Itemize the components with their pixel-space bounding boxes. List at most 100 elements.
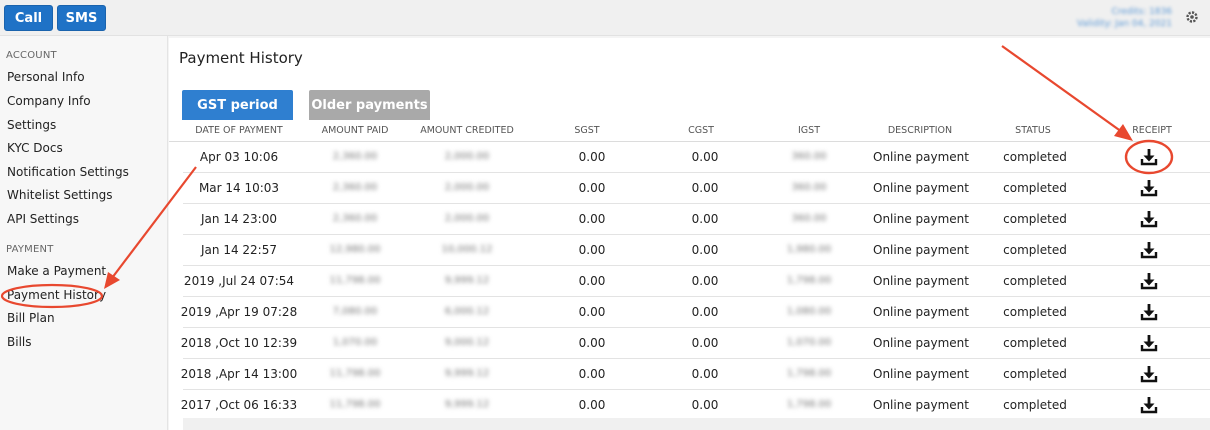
sms-button[interactable]: SMS [57, 5, 106, 31]
cell-description: Online payment [873, 274, 969, 288]
tab-older-payments[interactable]: Older payments [309, 90, 430, 120]
sidebar-item-api-settings[interactable]: API Settings [7, 210, 79, 228]
cell-date: 2018 ,Apr 14 13:00 [180, 367, 298, 381]
table-row: Apr 03 10:06 2,360.00 2,000.00 0.00 0.00 360.… [183, 142, 1210, 173]
payment-heading: PAYMENT [6, 244, 54, 255]
cell-date: Mar 14 10:03 [198, 181, 280, 195]
page-title: Payment History [179, 49, 303, 67]
cell-igst: 360.00 [791, 182, 827, 193]
download-icon[interactable] [1139, 240, 1159, 260]
sidebar-item-bill-plan[interactable]: Bill Plan [7, 309, 55, 327]
column-header-igst: IGST [798, 125, 820, 136]
table-row: 2019 ,Apr 19 07:28 7,080.00 6,000.12 0.00 0.… [180, 297, 1210, 328]
cell-igst: 360.00 [791, 151, 827, 162]
cell-date: Apr 03 10:06 [199, 150, 279, 164]
cell-amount-paid: 11,798.00 [329, 368, 381, 379]
cell-igst: 360.00 [791, 213, 827, 224]
tab-gst-period[interactable]: GST period [182, 90, 293, 120]
cell-status: completed [1003, 243, 1067, 257]
column-header-sgst: SGST [574, 125, 600, 136]
column-header-cgst: CGST [688, 125, 714, 136]
table-row: 2018 ,Apr 14 13:00 11,798.00 9,999.12 0.00 0… [180, 359, 1210, 390]
cell-amount-paid: 11,798.00 [329, 399, 381, 410]
cell-igst: 1,798.00 [786, 275, 832, 286]
table-header: DATE OF PAYMENT AMOUNT PAID AMOUNT CREDI… [169, 122, 1210, 142]
cell-igst: 1,798.00 [786, 368, 832, 379]
sidebar-item-personal-info[interactable]: Personal Info [7, 68, 85, 86]
cell-cgst: 0.00 [691, 212, 719, 226]
cell-amount-paid: 11,798.00 [329, 275, 381, 286]
cell-description: Online payment [873, 367, 969, 381]
cell-igst: 1,980.00 [786, 244, 832, 255]
account-heading: ACCOUNT [6, 50, 57, 61]
sidebar-item-company-info[interactable]: Company Info [7, 92, 91, 110]
cell-cgst: 0.00 [691, 274, 719, 288]
column-header-description: DESCRIPTION [887, 125, 953, 136]
cell-amount-paid: 1,070.00 [332, 337, 378, 348]
sidebar-item-bills[interactable]: Bills [7, 333, 32, 351]
cell-description: Online payment [873, 181, 969, 195]
sidebar-item-make-a-payment[interactable]: Make a Payment [7, 262, 106, 280]
cell-sgst: 0.00 [578, 305, 606, 319]
cell-sgst: 0.00 [578, 212, 606, 226]
cell-date: 2019 ,Jul 24 07:54 [183, 274, 295, 288]
sidebar-item-settings[interactable]: Settings [7, 116, 56, 134]
download-icon[interactable] [1139, 147, 1159, 167]
cell-cgst: 0.00 [691, 150, 719, 164]
credits-info: Credits: 1836 Validity: Jan 04, 2021 [1077, 6, 1172, 30]
cell-sgst: 0.00 [578, 336, 606, 350]
cell-cgst: 0.00 [691, 305, 719, 319]
cell-description: Online payment [873, 336, 969, 350]
cell-status: completed [1003, 212, 1067, 226]
validity-line: Validity: Jan 04, 2021 [1076, 19, 1172, 29]
cell-amount-credited: 10,000.12 [441, 244, 493, 255]
column-header-amount-paid: AMOUNT PAID [321, 125, 389, 136]
gear-icon[interactable] [1182, 6, 1202, 28]
top-bar: Call SMS Credits: 1836 Validity: Jan 04,… [0, 0, 1210, 36]
cell-amount-paid: 2,360.00 [332, 182, 378, 193]
table-row: Jan 14 23:00 2,360.00 2,000.00 0.00 0.00 360.… [183, 204, 1210, 235]
sidebar-item-whitelist-settings[interactable]: Whitelist Settings [7, 186, 113, 204]
call-button[interactable]: Call [4, 5, 53, 31]
cell-status: completed [1003, 398, 1067, 412]
download-icon[interactable] [1139, 333, 1159, 353]
download-icon[interactable] [1139, 302, 1159, 322]
cell-amount-credited: 9,999.12 [444, 368, 490, 379]
cell-description: Online payment [873, 212, 969, 226]
cell-date: Jan 14 22:57 [201, 243, 277, 257]
download-icon[interactable] [1139, 209, 1159, 229]
cell-amount-paid: 12,980.00 [329, 244, 381, 255]
cell-date: 2017 ,Oct 06 16:33 [180, 398, 298, 412]
cell-description: Online payment [873, 398, 969, 412]
cell-amount-credited: 9,999.12 [444, 275, 490, 286]
column-header-status: STATUS [1015, 125, 1051, 136]
download-icon[interactable] [1139, 395, 1159, 415]
cell-cgst: 0.00 [691, 367, 719, 381]
cell-amount-credited: 9,999.12 [444, 399, 490, 410]
cell-igst: 1,798.00 [786, 399, 832, 410]
cell-cgst: 0.00 [691, 336, 719, 350]
download-icon[interactable] [1139, 178, 1159, 198]
table-row: 2019 ,Jul 24 07:54 11,798.00 9,999.12 0.00 0… [183, 266, 1210, 297]
cell-amount-credited: 2,000.00 [444, 182, 490, 193]
cell-date: 2019 ,Apr 19 07:28 [180, 305, 298, 319]
cell-sgst: 0.00 [578, 367, 606, 381]
cell-amount-paid: 2,360.00 [332, 151, 378, 162]
cell-status: completed [1003, 305, 1067, 319]
sidebar-item-payment-history[interactable]: Payment History [7, 286, 106, 304]
table-row: Jan 14 22:57 12,980.00 10,000.12 0.00 0.00 1,… [183, 235, 1210, 266]
column-header-amount-credited: AMOUNT CREDITED [420, 125, 514, 136]
sidebar-item-kyc-docs[interactable]: KYC Docs [7, 139, 63, 157]
cell-cgst: 0.00 [691, 181, 719, 195]
cell-sgst: 0.00 [578, 181, 606, 195]
cell-amount-paid: 7,080.00 [332, 306, 378, 317]
table-row: 2018 ,Oct 10 12:39 1,070.00 9,000.12 0.00 0.… [181, 328, 1210, 359]
cell-date: Jan 14 23:00 [201, 212, 277, 226]
download-icon[interactable] [1139, 364, 1159, 384]
download-icon[interactable] [1139, 271, 1159, 291]
cell-sgst: 0.00 [578, 274, 606, 288]
cell-description: Online payment [873, 243, 969, 257]
cell-description: Online payment [873, 150, 969, 164]
sidebar-item-notification-settings[interactable]: Notification Settings [7, 163, 129, 181]
table-row: Mar 14 10:03 2,360.00 2,000.00 0.00 0.00 360.… [183, 173, 1210, 204]
